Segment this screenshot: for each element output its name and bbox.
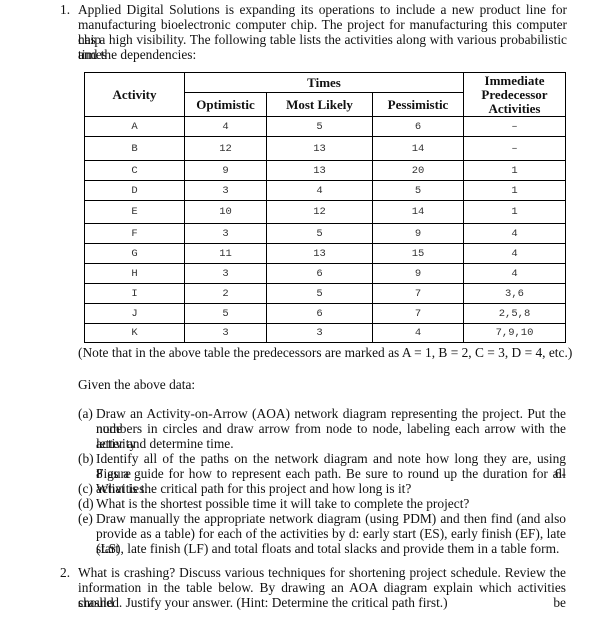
header-optimistic: Optimistic	[184, 92, 267, 117]
cell-most-likely: 13	[266, 243, 373, 264]
cell-most-likely: 13	[266, 136, 373, 161]
table-row: G 11 13 15 4	[84, 243, 566, 264]
predecessor-note: (Note that in the above table the predec…	[78, 345, 573, 360]
table-row: B 12 13 14–	[84, 136, 566, 161]
cell-predecessors: 2,5,8	[463, 303, 566, 324]
cell-activity: K	[84, 323, 185, 343]
table-row: K 3 3 4 7,9,10	[84, 323, 566, 343]
header-predecessors: Immediate Predecessor Activities	[463, 72, 566, 117]
cell-predecessors: 4	[463, 223, 566, 244]
cell-predecessors: –	[463, 136, 566, 161]
part-e-label: (e)	[78, 511, 93, 526]
table-row: F3594	[84, 223, 566, 244]
question-2-line: What is crashing? Discuss various techni…	[78, 565, 566, 580]
cell-optimistic: 10	[184, 200, 267, 224]
header-predecessors-line: Immediate	[484, 72, 545, 88]
cell-optimistic: 11	[184, 243, 267, 264]
cell-pessimistic: 14	[372, 200, 464, 224]
cell-pessimistic: 7	[372, 283, 464, 304]
table-row: C 9 13 20 1	[84, 160, 566, 181]
cell-most-likely: 6	[266, 263, 373, 284]
cell-predecessors: –	[463, 116, 566, 137]
table-row: D3451	[84, 180, 566, 201]
header-activity: Activity	[84, 72, 185, 117]
part-c-label: (c)	[78, 481, 93, 496]
cell-predecessors: 4	[463, 263, 566, 284]
intro-line: Applied Digital Solutions is expanding i…	[78, 2, 567, 17]
table-row: J 5 6 7 2,5,8	[84, 303, 566, 324]
cell-pessimistic: 9	[372, 223, 464, 244]
cell-optimistic: 3	[184, 263, 267, 284]
cell-optimistic: 3	[184, 323, 267, 343]
cell-pessimistic: 7	[372, 303, 464, 324]
cell-most-likely: 5	[266, 223, 373, 244]
cell-activity: I	[84, 283, 185, 304]
table-row: I 2 5 7 3,6	[84, 283, 566, 304]
cell-pessimistic: 5	[372, 180, 464, 201]
cell-optimistic: 3	[184, 223, 267, 244]
cell-most-likely: 6	[266, 303, 373, 324]
cell-optimistic: 9	[184, 160, 267, 181]
header-predecessors-line: Activities	[488, 100, 541, 116]
cell-predecessors: 1	[463, 180, 566, 201]
part-b-label: (b)	[78, 451, 94, 466]
cell-predecessors: 1	[463, 160, 566, 181]
header-most-likely: Most Likely	[266, 92, 373, 117]
cell-pessimistic: 9	[372, 263, 464, 284]
question-2-line: crashed. Justify your answer. (Hint: Det…	[78, 595, 448, 610]
cell-optimistic: 12	[184, 136, 267, 161]
header-predecessors-line: Predecessor	[481, 86, 548, 102]
cell-optimistic: 3	[184, 180, 267, 201]
header-times: Times	[184, 72, 464, 93]
cell-activity: B	[84, 136, 185, 161]
table-row: H3694	[84, 263, 566, 284]
part-d-line: What is the shortest possible time it wi…	[96, 496, 470, 511]
cell-pessimistic: 14	[372, 136, 464, 161]
table-row: E 10 12 14 1	[84, 200, 566, 224]
cell-most-likely: 12	[266, 200, 373, 224]
question-2-number: 2.	[60, 565, 71, 580]
cell-pessimistic: 4	[372, 323, 464, 343]
cell-predecessors: 4	[463, 243, 566, 264]
cell-activity: E	[84, 200, 185, 224]
cell-predecessors: 1	[463, 200, 566, 224]
cell-most-likely: 4	[266, 180, 373, 201]
activity-times-table: Activity Times Immediate Predecessor Act…	[84, 72, 566, 343]
cell-predecessors: 7,9,10	[463, 323, 566, 343]
cell-activity: C	[84, 160, 185, 181]
question-1-number: 1.	[60, 2, 71, 17]
cell-most-likely: 3	[266, 323, 373, 343]
given-text: Given the above data:	[78, 377, 196, 392]
cell-pessimistic: 6	[372, 116, 464, 137]
cell-most-likely: 13	[266, 160, 373, 181]
part-e-line: (LS), late finish (LF) and total floats …	[96, 541, 560, 556]
part-a-line: letter and determine time.	[96, 436, 234, 451]
cell-optimistic: 2	[184, 283, 267, 304]
cell-most-likely: 5	[266, 283, 373, 304]
cell-most-likely: 5	[266, 116, 373, 137]
part-c-line: What is the critical path for this proje…	[96, 481, 412, 496]
cell-optimistic: 4	[184, 116, 267, 137]
part-e-line: Draw manually the appropriate network di…	[96, 511, 566, 526]
cell-predecessors: 3,6	[463, 283, 566, 304]
cell-pessimistic: 20	[372, 160, 464, 181]
cell-activity: A	[84, 116, 185, 137]
intro-line: and the dependencies:	[78, 47, 197, 62]
cell-activity: F	[84, 223, 185, 244]
cell-activity: J	[84, 303, 185, 324]
cell-pessimistic: 15	[372, 243, 464, 264]
cell-optimistic: 5	[184, 303, 267, 324]
table-row: A 4 5 6–	[84, 116, 566, 137]
cell-activity: H	[84, 263, 185, 284]
cell-activity: G	[84, 243, 185, 264]
part-a-label: (a)	[78, 406, 93, 421]
cell-activity: D	[84, 180, 185, 201]
header-pessimistic: Pessimistic	[372, 92, 464, 117]
part-d-label: (d)	[78, 496, 94, 511]
